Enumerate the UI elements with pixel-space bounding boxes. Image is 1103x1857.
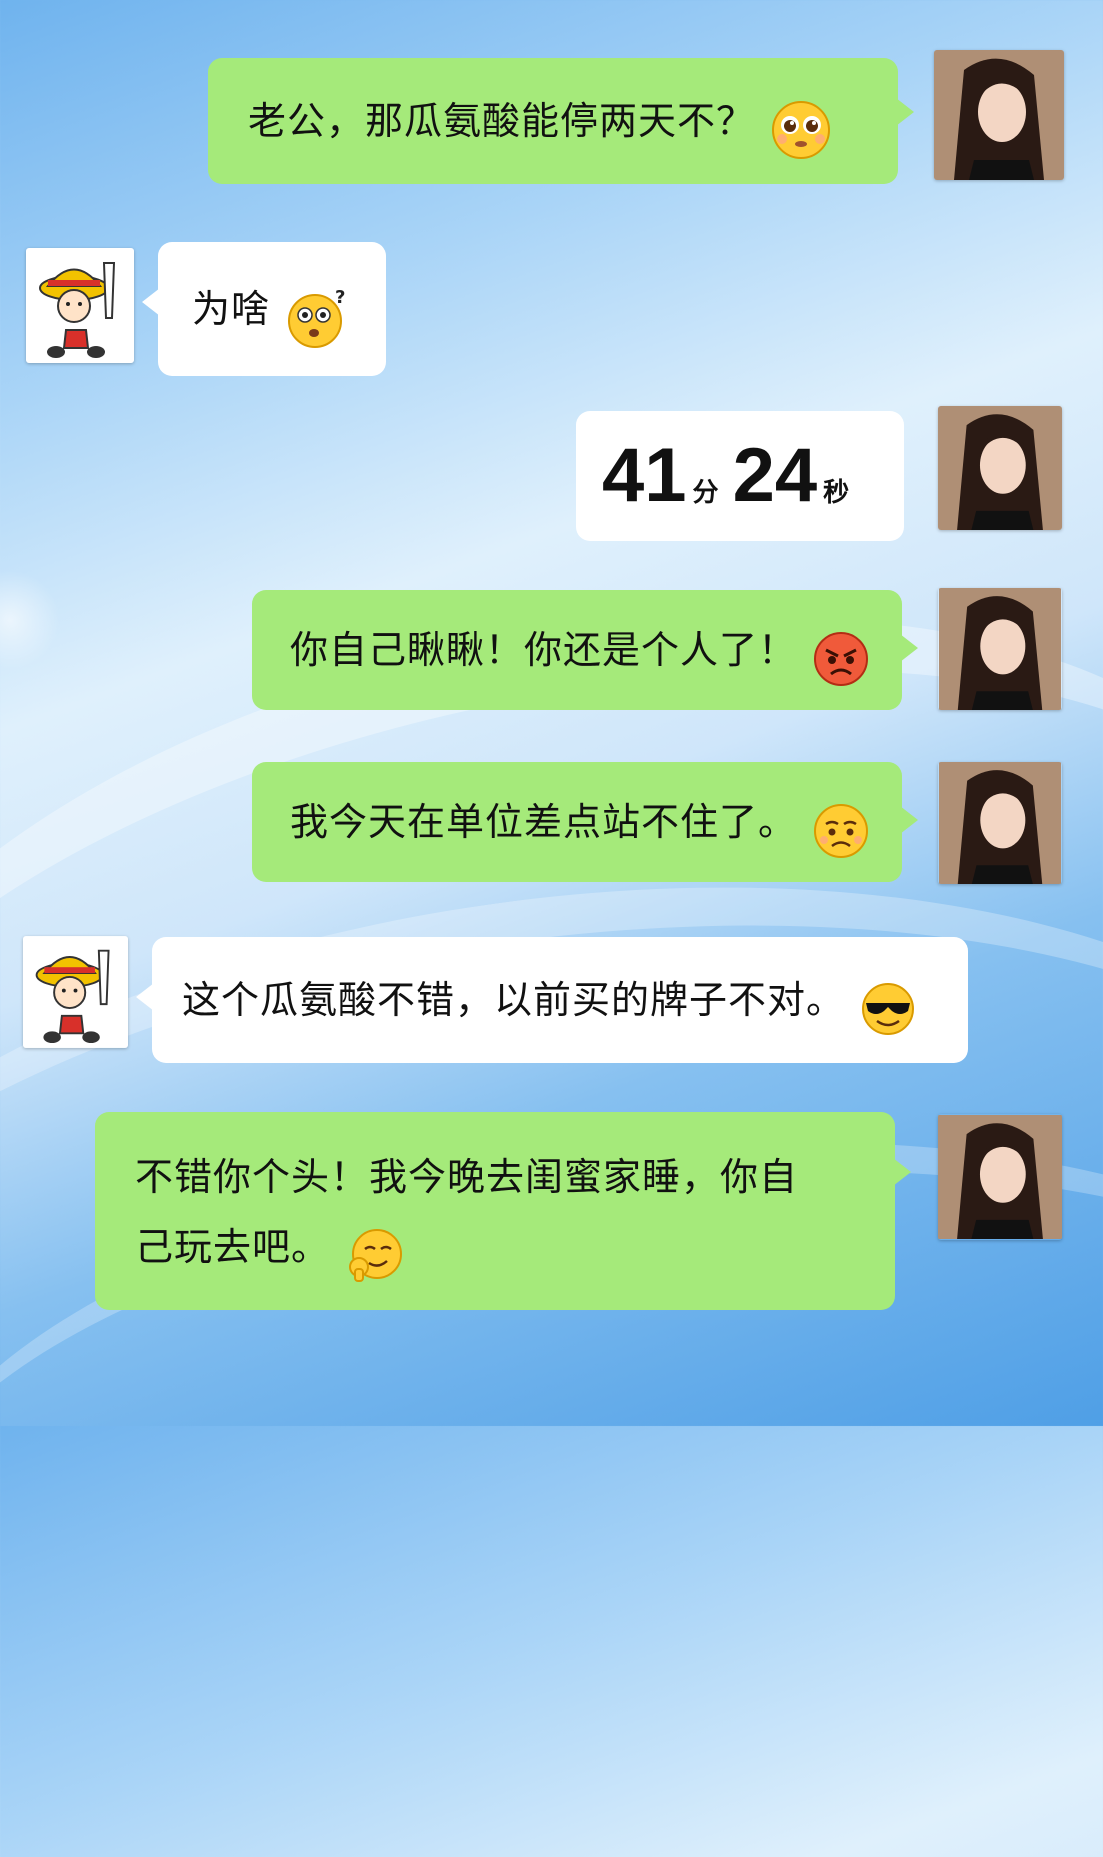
avatar-him[interactable] — [23, 936, 128, 1048]
sad-emoji-icon — [812, 802, 870, 860]
message-bubble[interactable]: 你自己瞅瞅！你还是个人了！ — [252, 590, 918, 710]
timer-minutes: 41 — [602, 433, 687, 518]
timer-bubble[interactable]: 41 分 24 秒 — [576, 411, 904, 541]
message-bubble[interactable]: 我今天在单位差点站不住了。 — [252, 762, 918, 882]
pleading-emoji-icon — [770, 99, 832, 161]
message-bubble[interactable]: 不错你个头！我今晚去闺蜜家睡，你自 己玩去吧。 — [95, 1112, 911, 1310]
message-text: 你自己瞅瞅！你还是个人了！ — [290, 628, 798, 672]
timer-seconds: 24 — [732, 433, 818, 518]
message-bubble[interactable]: 为啥 ? — [142, 242, 386, 376]
cool-sunglasses-emoji-icon — [860, 981, 916, 1037]
svg-text:?: ? — [335, 287, 345, 308]
avatar-her[interactable] — [938, 762, 1062, 884]
thinking-emoji-icon — [345, 1227, 405, 1285]
message-text-line-1: 不错你个头！我今晚去闺蜜家睡，你自 — [135, 1155, 799, 1199]
angry-emoji-icon — [812, 630, 870, 688]
message-text: 我今天在单位差点站不住了。 — [290, 800, 798, 844]
message-text: 老公，那瓜氨酸能停两天不？ — [248, 99, 756, 143]
avatar-her[interactable] — [938, 406, 1062, 530]
message-text: 这个瓜氨酸不错，以前买的牌子不对。 — [182, 978, 846, 1022]
avatar-her[interactable] — [938, 588, 1062, 710]
timer-minutes-unit: 分 — [692, 477, 719, 507]
avatar-her[interactable] — [938, 1114, 1062, 1240]
confused-emoji-icon: ? — [285, 287, 351, 349]
avatar-him[interactable] — [26, 248, 134, 363]
message-text-line-2: 己玩去吧。 — [135, 1225, 331, 1269]
timer-seconds-unit: 秒 — [823, 477, 850, 507]
timer-display: 41 分 24 秒 — [602, 433, 863, 518]
message-bubble[interactable]: 老公，那瓜氨酸能停两天不？ — [208, 58, 914, 184]
message-text: 为啥 — [192, 287, 271, 331]
message-bubble[interactable]: 这个瓜氨酸不错，以前买的牌子不对。 — [136, 937, 968, 1063]
background-glow — [0, 570, 60, 670]
avatar-her[interactable] — [934, 50, 1064, 180]
